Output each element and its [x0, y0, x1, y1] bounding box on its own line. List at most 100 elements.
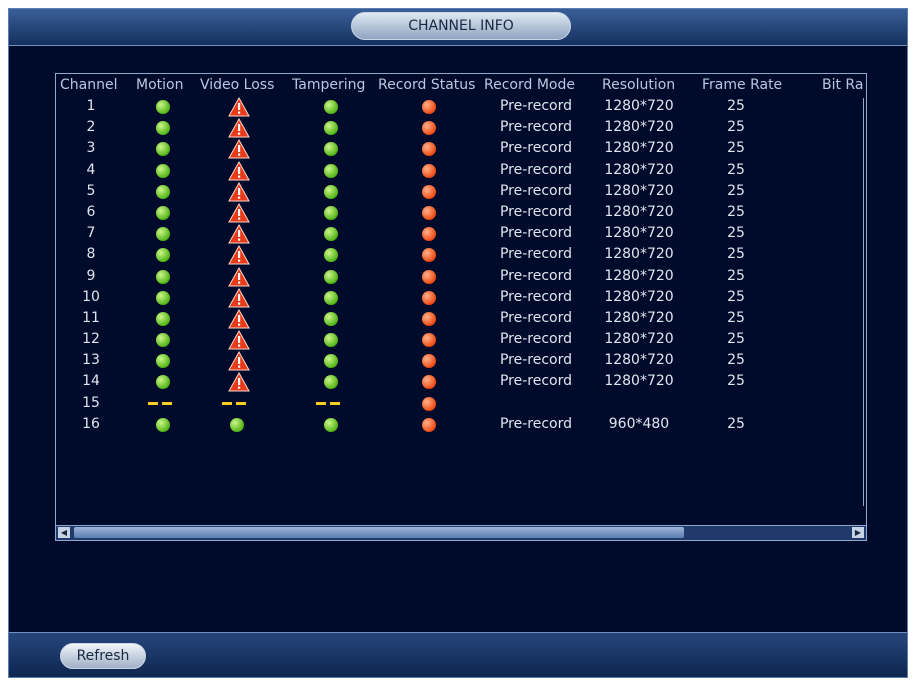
record-status-cell [408, 414, 452, 435]
column-header-motion: Motion [136, 77, 184, 93]
motion-ok-icon [156, 311, 170, 326]
table-row: 7 Pre-record 1280*720 25 [56, 223, 866, 244]
tampering-cell [310, 308, 354, 329]
scrollbar-thumb[interactable] [74, 527, 684, 538]
record-mode: Pre-record [499, 373, 573, 390]
record-mode: Pre-record [499, 182, 573, 199]
video-loss-warning-icon [228, 224, 250, 244]
record-status-recording-icon [422, 354, 436, 369]
video-loss-cell [216, 138, 260, 159]
tampering-cell [310, 181, 354, 202]
record-status-recording-icon [422, 205, 436, 220]
record-mode [486, 393, 586, 414]
resolution: 1280*720 [604, 246, 674, 263]
resolution: 1280*720 [604, 182, 674, 199]
frame-rate: 25 [727, 98, 745, 114]
record-status-cell [408, 393, 452, 414]
motion-ok-icon [156, 163, 170, 178]
tampering-none-icon [316, 401, 342, 405]
table-row: 12 Pre-record 1280*720 25 [56, 329, 866, 350]
column-header-resolution: Resolution [602, 77, 676, 93]
video-loss-warning-icon [228, 118, 250, 138]
video-loss-none-icon [222, 401, 248, 405]
tampering-cell [310, 138, 354, 159]
record-status-recording-icon [422, 142, 436, 157]
frame-rate: 25 [727, 140, 745, 157]
column-header-frame-rate: Frame Rate [702, 77, 783, 93]
record-status-cell [408, 266, 452, 287]
record-mode: Pre-record [499, 288, 573, 305]
video-loss-cell [216, 202, 260, 223]
tampering-ok-icon [324, 269, 338, 284]
video-loss-warning-icon [228, 245, 250, 265]
table-row: 10 Pre-record 1280*720 25 [56, 287, 866, 308]
video-loss-warning-icon [228, 372, 250, 392]
video-loss-warning-icon [228, 351, 250, 371]
record-status-cell [408, 202, 452, 223]
video-loss-warning-icon [228, 202, 250, 223]
motion-cell [142, 371, 186, 392]
channel-number: 13 [82, 352, 100, 369]
motion-ok-icon [156, 354, 170, 369]
channel-number: 4 [86, 161, 96, 178]
channel-number: 7 [86, 225, 96, 242]
tampering-cell [310, 329, 354, 350]
channel-table: Channel Motion Video Loss Tampering Reco… [55, 73, 867, 541]
motion-ok-icon [156, 417, 170, 432]
channel-number: 12 [82, 331, 100, 348]
resolution: 1280*720 [604, 373, 674, 390]
refresh-button[interactable]: Refresh [60, 643, 146, 669]
frame-rate [706, 393, 766, 414]
video-loss-warning-icon [228, 308, 250, 329]
video-loss-cell [216, 329, 260, 350]
video-loss-ok-icon [230, 417, 244, 432]
record-mode: Pre-record [499, 119, 573, 136]
record-status-recording-icon [422, 311, 436, 326]
video-loss-warning-icon [228, 266, 250, 287]
record-mode: Pre-record [499, 309, 573, 326]
tampering-ok-icon [324, 163, 338, 178]
motion-ok-icon [156, 290, 170, 305]
table-row: 15 [56, 393, 866, 414]
record-status-recording-icon [422, 163, 436, 178]
scroll-right-arrow-icon[interactable]: ▶ [852, 527, 864, 538]
motion-cell [142, 181, 186, 202]
scroll-left-arrow-icon[interactable]: ◀ [58, 527, 70, 538]
frame-rate: 25 [727, 331, 745, 348]
video-loss-cell [216, 96, 260, 117]
resolution: 1280*720 [604, 98, 674, 114]
video-loss-warning-icon [228, 160, 250, 181]
record-status-recording-icon [422, 121, 436, 136]
record-mode: Pre-record [499, 246, 573, 263]
record-status-recording-icon [422, 417, 436, 432]
tampering-ok-icon [324, 184, 338, 199]
record-status-recording-icon [422, 290, 436, 305]
video-loss-warning-icon [228, 139, 250, 159]
video-loss-cell [216, 414, 260, 435]
resolution: 1280*720 [604, 288, 674, 305]
video-loss-cell [216, 244, 260, 265]
video-loss-cell [216, 308, 260, 329]
tampering-ok-icon [324, 375, 338, 390]
video-loss-warning-icon [228, 96, 250, 117]
motion-cell [142, 329, 186, 350]
channel-number: 11 [82, 309, 100, 326]
tampering-cell [310, 414, 354, 435]
record-status-recording-icon [422, 333, 436, 348]
table-row: 5 Pre-record 1280*720 25 [56, 181, 866, 202]
record-status-cell [408, 138, 452, 159]
frame-rate: 25 [727, 373, 745, 390]
video-loss-cell [216, 371, 260, 392]
motion-cell [142, 202, 186, 223]
horizontal-scrollbar[interactable]: ◀ ▶ [56, 525, 866, 540]
table-row: 13 Pre-record 1280*720 25 [56, 350, 866, 371]
video-loss-cell [216, 160, 260, 181]
table-row: 9 Pre-record 1280*720 25 [56, 266, 866, 287]
table-row: 2 Pre-record 1280*720 25 [56, 117, 866, 138]
column-header-bit-rate: Bit Ra [822, 77, 864, 93]
column-divider [863, 98, 864, 506]
title-bar: CHANNEL INFO [9, 9, 907, 46]
record-status-cell [408, 181, 452, 202]
frame-rate: 25 [727, 288, 745, 305]
motion-ok-icon [156, 248, 170, 263]
